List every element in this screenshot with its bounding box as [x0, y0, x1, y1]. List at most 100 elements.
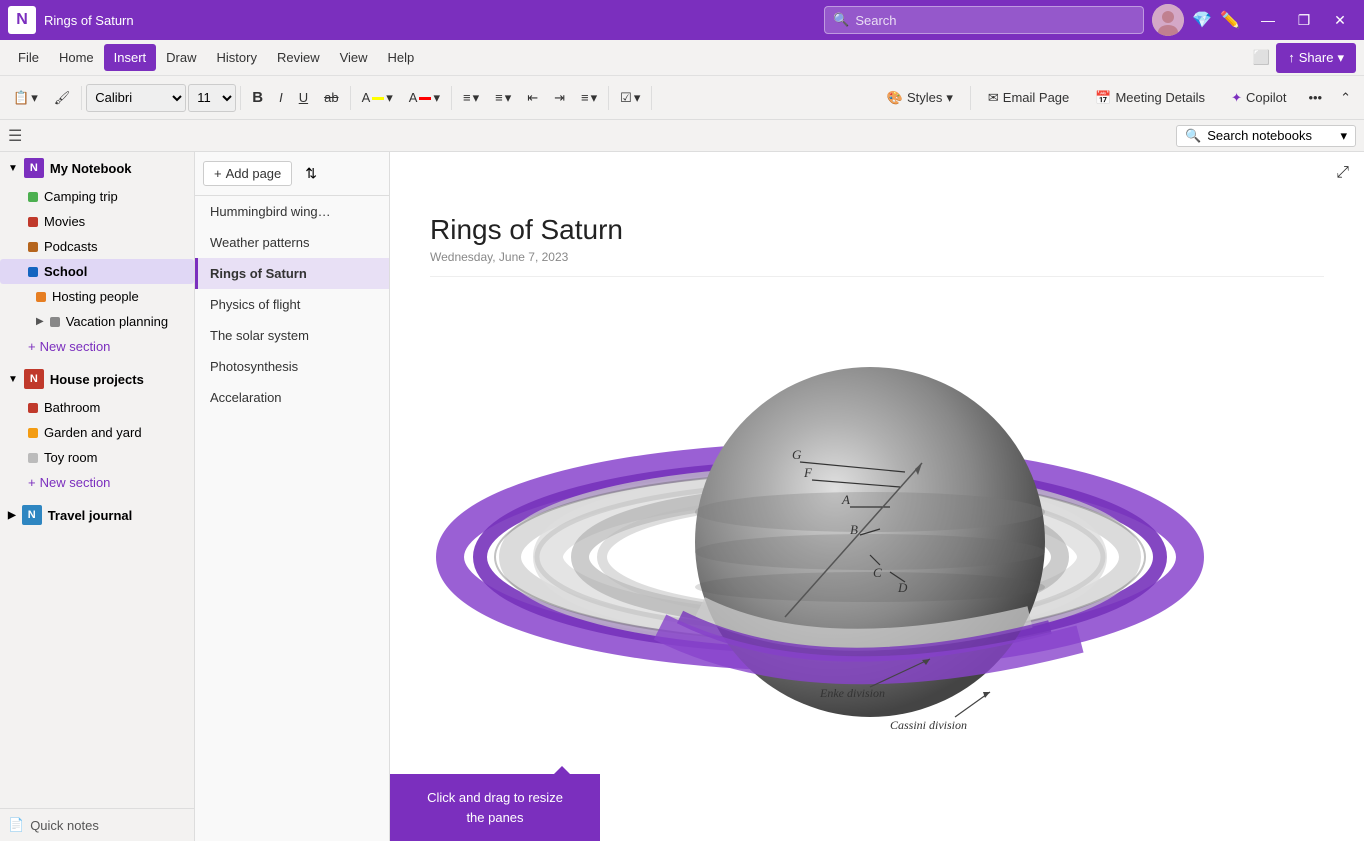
section-hosting-people[interactable]: Hosting people	[0, 284, 194, 309]
section-podcasts[interactable]: Podcasts	[0, 234, 194, 259]
menu-history[interactable]: History	[207, 44, 267, 71]
underline-button[interactable]: U	[292, 83, 315, 113]
svg-text:Cassini division: Cassini division	[890, 718, 967, 732]
notebook-icon-house: N	[24, 369, 44, 389]
section-dot-hosting	[36, 292, 46, 302]
notebook-icon-my-notebook: N	[24, 158, 44, 178]
menu-help[interactable]: Help	[378, 44, 425, 71]
format-painter-icon: 🖌	[54, 90, 71, 106]
more-options-button[interactable]: •••	[1301, 83, 1329, 113]
main-content: ▼ N My Notebook Camping trip Movies Podc…	[0, 152, 1364, 841]
section-label-garden: Garden and yard	[44, 425, 142, 440]
notebooks-search[interactable]: 🔍 Search notebooks ▾	[1176, 125, 1356, 147]
page-rings-of-saturn[interactable]: Rings of Saturn	[195, 258, 389, 289]
menu-bar: File Home Insert Draw History Review Vie…	[0, 40, 1364, 76]
section-movies[interactable]: Movies	[0, 209, 194, 234]
new-section-plus-icon: +	[28, 339, 36, 354]
page-solar-system[interactable]: The solar system	[195, 320, 389, 351]
notebook-title-travel: Travel journal	[48, 508, 133, 523]
notebook-header-house[interactable]: ▼ N House projects	[0, 363, 194, 395]
menu-file[interactable]: File	[8, 44, 49, 71]
menu-insert[interactable]: Insert	[104, 44, 157, 71]
toolbar-separator-7	[970, 86, 971, 110]
note-title[interactable]: Rings of Saturn	[430, 214, 1324, 246]
page-weather[interactable]: Weather patterns	[195, 227, 389, 258]
meeting-details-button[interactable]: 📅 Meeting Details	[1084, 83, 1216, 113]
decrease-indent-button[interactable]: ⇤	[520, 83, 545, 113]
section-vacation-planning[interactable]: ▶ Vacation planning	[0, 309, 194, 334]
title-bar: N Rings of Saturn 🔍 Search 💎 ✏️ — ❐ ✕	[0, 0, 1364, 40]
numbering-button[interactable]: ≡▾	[488, 83, 518, 113]
page-photosynthesis[interactable]: Photosynthesis	[195, 351, 389, 382]
premium-icon[interactable]: 💎	[1192, 10, 1212, 30]
section-dot-vacation	[50, 317, 60, 327]
section-school[interactable]: School	[0, 259, 194, 284]
paste-button[interactable]: 📋 ▾	[6, 83, 45, 113]
svg-text:D: D	[897, 580, 908, 595]
strikethrough-button[interactable]: ab	[317, 83, 345, 113]
sort-pages-button[interactable]: ⇅	[298, 160, 324, 187]
notebook-header-my-notebook[interactable]: ▼ N My Notebook	[0, 152, 194, 184]
quick-notes[interactable]: 📄 Quick notes	[0, 808, 194, 841]
note-area: ⤢ Rings of Saturn Wednesday, June 7, 202…	[390, 152, 1364, 841]
collapse-toolbar-button[interactable]: ⌃	[1333, 83, 1358, 113]
page-accelaration[interactable]: Accelaration	[195, 382, 389, 413]
toolbar2: ☰ 🔍 Search notebooks ▾	[0, 120, 1364, 152]
svg-text:G: G	[792, 447, 802, 462]
pen-icon[interactable]: ✏️	[1220, 10, 1240, 30]
alignment-button[interactable]: ≡▾	[574, 83, 604, 113]
section-bathroom[interactable]: Bathroom	[0, 395, 194, 420]
add-page-button[interactable]: + Add page	[203, 161, 292, 186]
font-selector[interactable]: Calibri	[86, 84, 186, 112]
page-hummingbird[interactable]: Hummingbird wing…	[195, 196, 389, 227]
checkbox-button[interactable]: ☑▾	[613, 83, 647, 113]
section-label-camping: Camping trip	[44, 189, 118, 204]
notebook-header-travel[interactable]: ▶ N Travel journal	[0, 499, 194, 531]
copilot-icon: ✦	[1231, 90, 1242, 106]
sidebar-collapse-button[interactable]: ☰	[8, 126, 22, 146]
menu-view[interactable]: View	[330, 44, 378, 71]
notebook-house-projects: ▼ N House projects Bathroom Garden and y…	[0, 363, 194, 495]
expand-note-button[interactable]: ⤢	[1329, 158, 1356, 188]
highlight-button[interactable]: A ▾	[355, 83, 400, 113]
font-color-arrow: ▾	[433, 90, 440, 106]
italic-button[interactable]: I	[272, 83, 290, 113]
section-camping-trip[interactable]: Camping trip	[0, 184, 194, 209]
styles-button[interactable]: 🎨 Styles ▾	[876, 83, 964, 113]
maximize-button[interactable]: ❐	[1288, 6, 1320, 34]
page-physics[interactable]: Physics of flight	[195, 289, 389, 320]
bold-button[interactable]: B	[245, 83, 270, 113]
menu-home[interactable]: Home	[49, 44, 104, 71]
format-painter-button[interactable]: 🖌	[47, 83, 78, 113]
svg-text:B: B	[850, 522, 858, 537]
toolbar-separator-1	[81, 86, 82, 110]
menu-draw[interactable]: Draw	[156, 44, 206, 71]
minimize-button[interactable]: —	[1252, 6, 1284, 34]
notebook-expand-arrow-house: ▼	[8, 374, 18, 385]
title-search-bar[interactable]: 🔍 Search	[824, 6, 1144, 34]
new-section-my-notebook[interactable]: + New section	[0, 334, 194, 359]
new-section-label: New section	[40, 339, 111, 354]
notebooks-search-icon: 🔍	[1185, 128, 1201, 144]
font-size-selector[interactable]: 11	[188, 84, 236, 112]
close-button[interactable]: ✕	[1324, 6, 1356, 34]
email-page-button[interactable]: ✉ Email Page	[977, 83, 1080, 113]
new-section-house[interactable]: + New section	[0, 470, 194, 495]
menu-review[interactable]: Review	[267, 44, 330, 71]
font-color-button[interactable]: A ▾	[402, 83, 447, 113]
user-avatar[interactable]	[1152, 4, 1184, 36]
paste-arrow: ▾	[31, 90, 38, 106]
section-label-toy: Toy room	[44, 450, 97, 465]
copilot-button[interactable]: ✦ Copilot	[1220, 83, 1297, 113]
share-button[interactable]: ↑ Share ▾	[1276, 43, 1356, 73]
section-label-podcasts: Podcasts	[44, 239, 97, 254]
section-garden[interactable]: Garden and yard	[0, 420, 194, 445]
sidebar: ▼ N My Notebook Camping trip Movies Podc…	[0, 152, 195, 841]
expand-ribbon-icon[interactable]: ⬜	[1253, 49, 1270, 66]
increase-indent-button[interactable]: ⇥	[547, 83, 572, 113]
pages-list: Hummingbird wing… Weather patterns Rings…	[195, 196, 389, 413]
notebook-travel: ▶ N Travel journal	[0, 499, 194, 531]
pages-panel: + Add page ⇅ Hummingbird wing… Weather p…	[195, 152, 390, 841]
bullets-button[interactable]: ≡▾	[456, 83, 486, 113]
section-toy-room[interactable]: Toy room	[0, 445, 194, 470]
